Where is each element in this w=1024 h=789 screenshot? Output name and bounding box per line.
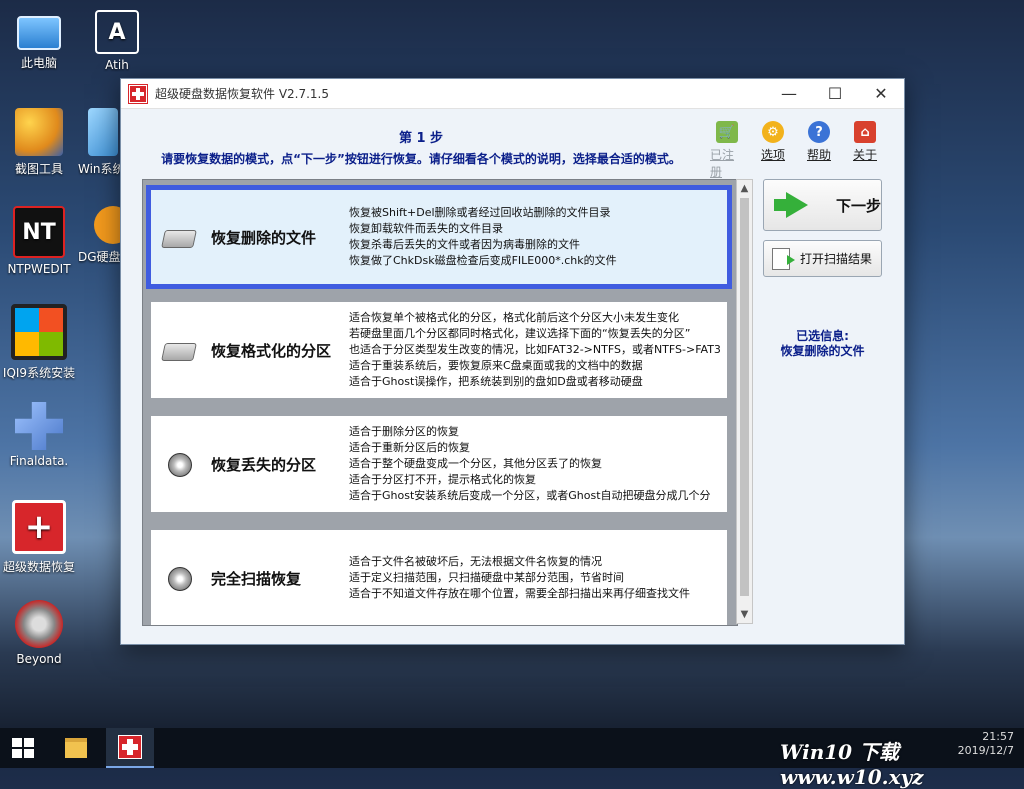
mode-description: 恢复被Shift+Del删除或者经过回收站删除的文件目录 恢复卸载软件而丢失的文… <box>349 206 617 267</box>
toolbar: 🛒 已注册 ⚙ 选项 ? 帮助 ⌂ 关于 <box>710 121 882 180</box>
mode-description: 适合于文件名被破坏后，无法根据文件名恢复的情况 适于定义扫描范围，只扫描硬盘中某… <box>349 555 690 600</box>
mode-title: 恢复丢失的分区 <box>211 455 317 474</box>
open-scan-result-button[interactable]: 打开扫描结果 <box>763 240 882 277</box>
desktop-icon-label: Beyond <box>16 652 62 666</box>
step-header: 第 1 步 请要恢复数据的模式，点“下一步”按钮进行恢复。请仔细看各个模式的说明… <box>121 127 721 167</box>
desktop-icon-beyond[interactable]: Beyond <box>0 600 78 666</box>
help-label: 帮助 <box>806 148 831 162</box>
desktop-icon-label: IQI9系统安装 <box>2 366 76 380</box>
desktop-icon-label: Finaldata. <box>9 454 69 468</box>
options-tool[interactable]: ⚙ 选项 <box>756 121 790 180</box>
help-tool[interactable]: ? 帮助 <box>802 121 836 180</box>
next-step-label: 下一步 <box>836 196 882 215</box>
taskbar-clock[interactable]: 21:57 2019/12/7 <box>958 730 1014 758</box>
folder-icon <box>65 738 87 758</box>
mode-recover-deleted[interactable]: 恢复删除的文件 恢复被Shift+Del删除或者经过回收站删除的文件目录 恢复卸… <box>146 185 732 289</box>
desktop-icon-diskgenius[interactable]: DG硬盘 <box>78 206 132 265</box>
mode-description: 适合于删除分区的恢复 适合于重新分区后的恢复 适合于整个硬盘变成一个分区，其他分… <box>349 425 711 502</box>
step-instructions: 请要恢复数据的模式，点“下一步”按钮进行恢复。请仔细看各个模式的说明，选择最合适… <box>161 152 681 166</box>
clock-time: 21:57 <box>982 730 1014 743</box>
selected-info-value: 恢复删除的文件 <box>780 344 865 358</box>
clock-date: 2019/12/7 <box>957 744 1014 757</box>
desktop-icon-label: 超级数据恢复 <box>2 560 75 574</box>
maximize-button[interactable]: ☐ <box>812 79 858 108</box>
desktop-icon-iqi9[interactable]: IQI9系统安装 <box>0 304 78 381</box>
windows-logo-icon <box>11 304 67 360</box>
about-label: 关于 <box>852 148 877 162</box>
scroll-thumb[interactable] <box>740 198 749 596</box>
desktop-icon-label: 截图工具 <box>14 162 63 176</box>
close-button[interactable]: ✕ <box>858 79 904 108</box>
desktop-icon-label: Win系统 <box>78 162 124 176</box>
home-icon: ⌂ <box>854 121 876 143</box>
step-title: 第 1 步 <box>398 131 444 146</box>
mode-title: 完全扫描恢复 <box>211 569 302 588</box>
desktop-icon-finaldata[interactable]: Finaldata. <box>0 402 78 468</box>
desktop-icon-label: NTPWEDIT <box>7 262 71 276</box>
green-arrow-icon <box>774 192 808 218</box>
help-icon: ? <box>808 121 830 143</box>
hard-disk-icon <box>161 226 197 248</box>
open-file-icon <box>772 247 795 270</box>
mode-list: 恢复删除的文件 恢复被Shift+Del删除或者经过回收站删除的文件目录 恢复卸… <box>142 179 738 626</box>
desktop-icon-screenshot-tool[interactable]: 截图工具 <box>0 108 78 177</box>
desktop-icon-this-pc[interactable]: 此电脑 <box>0 10 78 71</box>
computer-icon <box>17 16 61 50</box>
red-cross-icon <box>118 735 142 759</box>
win-system-icon <box>88 108 118 156</box>
title-bar[interactable]: 超级硬盘数据恢复软件 V2.7.1.5 — ☐ ✕ <box>121 79 904 109</box>
selected-info: 已选信息: 恢复删除的文件 <box>763 329 882 359</box>
mode-recover-lost-partition[interactable]: 恢复丢失的分区 适合于删除分区的恢复 适合于重新分区后的恢复 适合于整个硬盘变成… <box>151 416 727 512</box>
desktop-icon-ntpwedit[interactable]: NT NTPWEDIT <box>0 206 78 276</box>
minimize-button[interactable]: — <box>766 79 812 108</box>
mode-title: 恢复删除的文件 <box>211 228 317 247</box>
open-scan-result-label: 打开扫描结果 <box>800 252 873 266</box>
hard-disk-platter-icon <box>163 453 195 477</box>
desktop-icon-label: Atih <box>105 58 129 72</box>
screenshot-tool-icon <box>15 108 63 156</box>
ntpwedit-icon: NT <box>13 206 65 258</box>
mode-recover-formatted[interactable]: 恢复格式化的分区 适合恢复单个被格式化的分区，格式化前后这个分区大小未发生变化 … <box>151 302 727 398</box>
mode-full-scan[interactable]: 完全扫描恢复 适合于文件名被破坏后，无法根据文件名恢复的情况 适于定义扫描范围，… <box>151 530 727 625</box>
desktop-icon-label: 此电脑 <box>20 56 57 70</box>
start-button[interactable] <box>12 738 34 758</box>
about-tool[interactable]: ⌂ 关于 <box>848 121 882 180</box>
hard-disk-platter-icon <box>163 567 195 591</box>
taskbar-file-explorer[interactable] <box>52 728 100 768</box>
hard-disk-icon <box>161 339 197 361</box>
desktop-icon-atih[interactable]: A Atih <box>78 10 156 72</box>
registered-label: 已注册 <box>710 148 735 179</box>
next-step-button[interactable]: 下一步 <box>763 179 882 231</box>
cart-icon: 🛒 <box>716 121 738 143</box>
beyond-icon <box>15 600 63 648</box>
atih-icon: A <box>95 10 139 54</box>
window-title: 超级硬盘数据恢复软件 V2.7.1.5 <box>155 87 330 101</box>
registered-tool: 🛒 已注册 <box>710 121 744 180</box>
taskbar-super-recovery[interactable] <box>106 728 154 768</box>
mode-description: 适合恢复单个被格式化的分区，格式化前后这个分区大小未发生变化 若硬盘里面几个分区… <box>349 311 721 388</box>
mode-title: 恢复格式化的分区 <box>211 341 332 360</box>
scroll-up-icon[interactable]: ▲ <box>737 180 752 197</box>
scroll-down-icon[interactable]: ▼ <box>737 606 752 623</box>
desktop-icon-win-system[interactable]: Win系统 <box>78 108 124 177</box>
app-red-cross-icon <box>129 84 147 103</box>
gear-icon: ⚙ <box>762 121 784 143</box>
finaldata-icon <box>15 402 63 450</box>
options-label: 选项 <box>760 148 785 162</box>
red-cross-icon: + <box>12 500 66 554</box>
mode-list-scrollbar[interactable]: ▲ ▼ <box>736 179 753 624</box>
desktop-icon-super-recovery[interactable]: + 超级数据恢复 <box>0 500 78 575</box>
app-window: 超级硬盘数据恢复软件 V2.7.1.5 — ☐ ✕ 第 1 步 请要恢复数据的模… <box>120 78 905 645</box>
selected-info-label: 已选信息: <box>796 329 849 343</box>
desktop-icon-label: DG硬盘 <box>78 250 120 264</box>
